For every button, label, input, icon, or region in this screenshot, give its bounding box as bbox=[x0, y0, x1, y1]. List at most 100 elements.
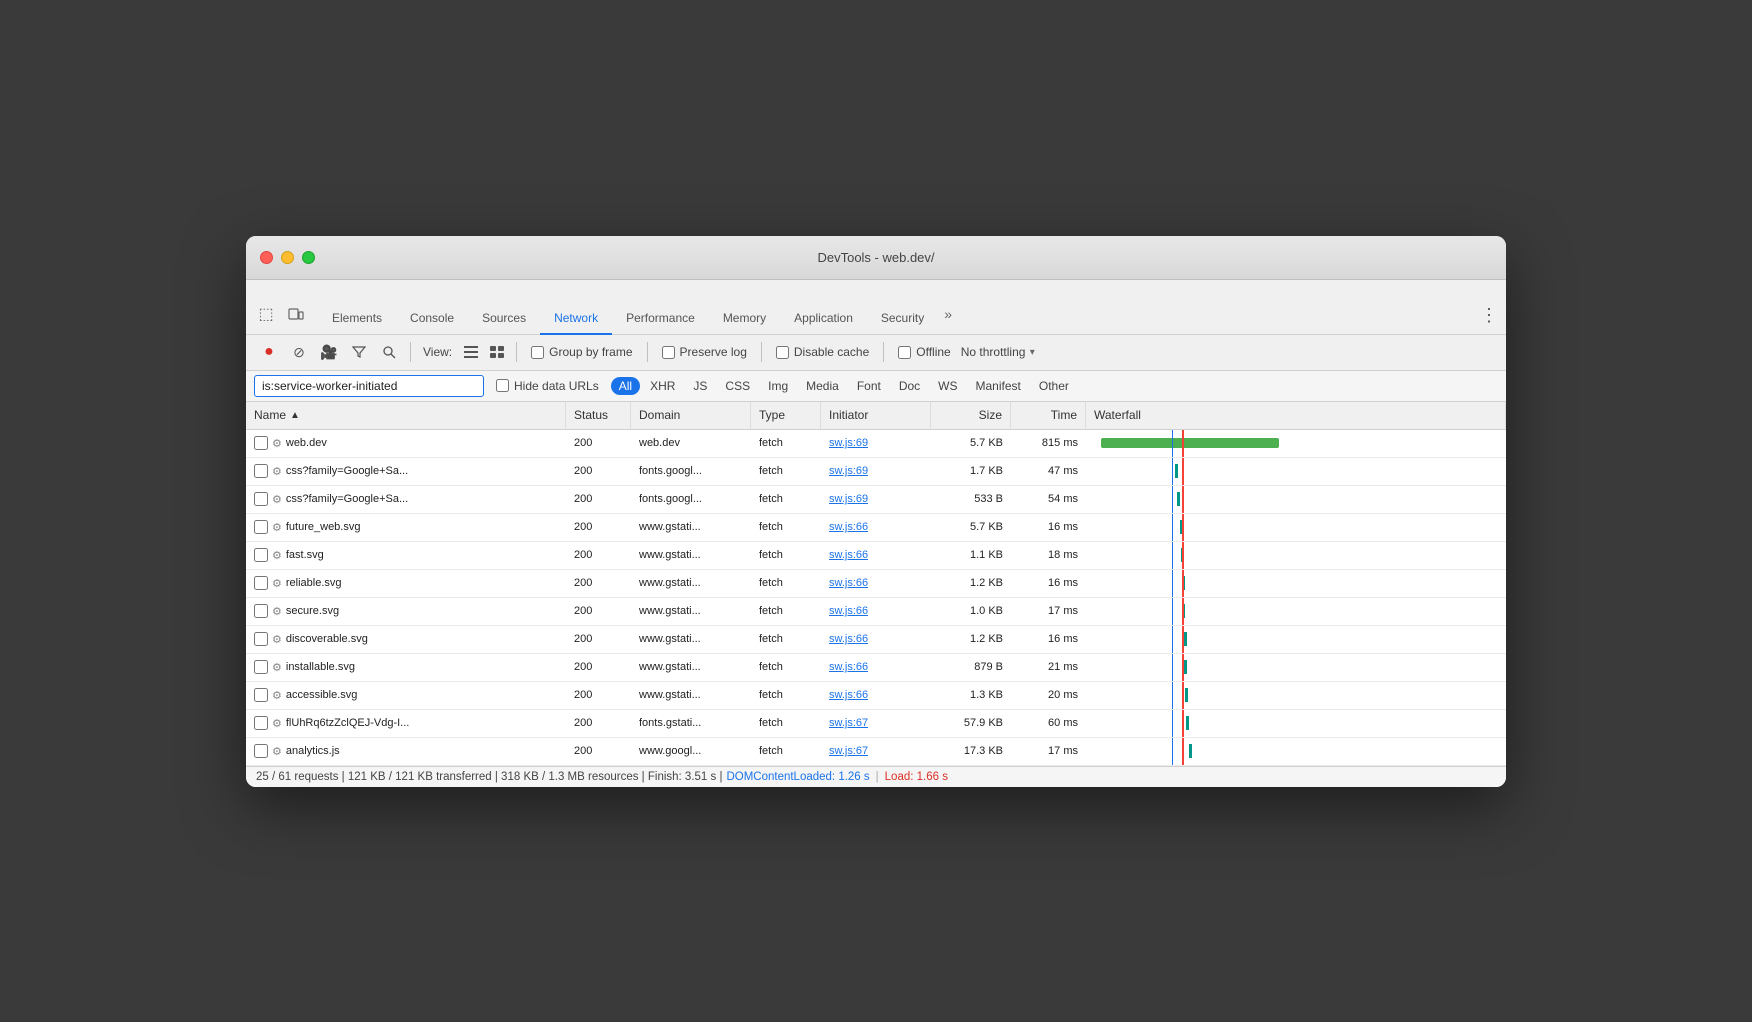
dom-line bbox=[1172, 514, 1173, 541]
row-checkbox[interactable] bbox=[254, 632, 268, 646]
disable-cache-toggle[interactable]: Disable cache bbox=[776, 345, 869, 359]
tabs-more-button[interactable]: » bbox=[938, 298, 958, 330]
close-button[interactable] bbox=[260, 251, 273, 264]
disable-cache-checkbox[interactable] bbox=[776, 346, 789, 359]
tab-sources[interactable]: Sources bbox=[468, 303, 540, 335]
td-initiator: sw.js:66 bbox=[821, 542, 931, 569]
table-row[interactable]: ⚙ analytics.js 200 www.googl... fetch sw… bbox=[246, 738, 1506, 766]
th-status[interactable]: Status bbox=[566, 402, 631, 429]
tab-security[interactable]: Security bbox=[867, 303, 938, 335]
offline-checkbox[interactable] bbox=[898, 346, 911, 359]
td-time: 18 ms bbox=[1011, 542, 1086, 569]
initiator-link[interactable]: sw.js:67 bbox=[829, 745, 868, 757]
minimize-button[interactable] bbox=[281, 251, 294, 264]
separator-3 bbox=[647, 342, 648, 362]
td-initiator: sw.js:66 bbox=[821, 514, 931, 541]
th-name[interactable]: Name ▲ bbox=[246, 402, 566, 429]
stop-button[interactable]: ⊘ bbox=[286, 339, 312, 365]
row-checkbox[interactable] bbox=[254, 688, 268, 702]
hide-data-urls-toggle[interactable]: Hide data URLs bbox=[496, 379, 599, 393]
hide-data-urls-checkbox[interactable] bbox=[496, 379, 509, 392]
filter-other[interactable]: Other bbox=[1031, 377, 1077, 395]
tab-application[interactable]: Application bbox=[780, 303, 867, 335]
filter-manifest[interactable]: Manifest bbox=[968, 377, 1029, 395]
search-button[interactable] bbox=[376, 339, 402, 365]
row-checkbox[interactable] bbox=[254, 520, 268, 534]
throttle-select[interactable]: No throttling Slow 3G Fast 3G bbox=[961, 345, 1040, 359]
initiator-link[interactable]: sw.js:66 bbox=[829, 521, 868, 533]
camera-button[interactable]: 🎥 bbox=[316, 339, 342, 365]
preserve-log-toggle[interactable]: Preserve log bbox=[662, 345, 747, 359]
tab-memory[interactable]: Memory bbox=[709, 303, 780, 335]
row-checkbox[interactable] bbox=[254, 604, 268, 618]
td-size: 1.1 KB bbox=[931, 542, 1011, 569]
devtools-window: DevTools - web.dev/ ⬚ Elements Console S… bbox=[246, 236, 1506, 787]
filter-doc[interactable]: Doc bbox=[891, 377, 928, 395]
initiator-link[interactable]: sw.js:66 bbox=[829, 549, 868, 561]
preserve-log-checkbox[interactable] bbox=[662, 346, 675, 359]
filter-js[interactable]: JS bbox=[685, 377, 715, 395]
initiator-link[interactable]: sw.js:67 bbox=[829, 717, 868, 729]
row-checkbox[interactable] bbox=[254, 464, 268, 478]
record-button[interactable]: ● bbox=[256, 339, 282, 365]
table-row[interactable]: ⚙ reliable.svg 200 www.gstati... fetch s… bbox=[246, 570, 1506, 598]
table-row[interactable]: ⚙ secure.svg 200 www.gstati... fetch sw.… bbox=[246, 598, 1506, 626]
filter-font[interactable]: Font bbox=[849, 377, 889, 395]
initiator-link[interactable]: sw.js:66 bbox=[829, 661, 868, 673]
initiator-link[interactable]: sw.js:66 bbox=[829, 689, 868, 701]
offline-toggle[interactable]: Offline bbox=[898, 345, 950, 359]
initiator-link[interactable]: sw.js:69 bbox=[829, 493, 868, 505]
row-checkbox[interactable] bbox=[254, 744, 268, 758]
filter-button[interactable] bbox=[346, 339, 372, 365]
traffic-lights bbox=[260, 251, 315, 264]
filter-all[interactable]: All bbox=[611, 377, 640, 395]
filter-media[interactable]: Media bbox=[798, 377, 847, 395]
tab-console[interactable]: Console bbox=[396, 303, 468, 335]
initiator-link[interactable]: sw.js:69 bbox=[829, 437, 868, 449]
initiator-link[interactable]: sw.js:66 bbox=[829, 577, 868, 589]
row-checkbox[interactable] bbox=[254, 492, 268, 506]
table-row[interactable]: ⚙ css?family=Google+Sa... 200 fonts.goog… bbox=[246, 486, 1506, 514]
group-view-button[interactable] bbox=[486, 341, 508, 363]
tab-performance[interactable]: Performance bbox=[612, 303, 709, 335]
row-checkbox[interactable] bbox=[254, 548, 268, 562]
row-checkbox[interactable] bbox=[254, 716, 268, 730]
th-type[interactable]: Type bbox=[751, 402, 821, 429]
table-row[interactable]: ⚙ flUhRq6tzZclQEJ-Vdg-I... 200 fonts.gst… bbox=[246, 710, 1506, 738]
table-row[interactable]: ⚙ accessible.svg 200 www.gstati... fetch… bbox=[246, 682, 1506, 710]
row-checkbox[interactable] bbox=[254, 660, 268, 674]
row-checkbox[interactable] bbox=[254, 436, 268, 450]
filter-input[interactable] bbox=[254, 375, 484, 397]
filter-css[interactable]: CSS bbox=[717, 377, 758, 395]
th-domain[interactable]: Domain bbox=[631, 402, 751, 429]
table-row[interactable]: ⚙ installable.svg 200 www.gstati... fetc… bbox=[246, 654, 1506, 682]
filter-img[interactable]: Img bbox=[760, 377, 796, 395]
table-row[interactable]: ⚙ web.dev 200 web.dev fetch sw.js:69 5.7… bbox=[246, 430, 1506, 458]
th-time[interactable]: Time bbox=[1011, 402, 1086, 429]
maximize-button[interactable] bbox=[302, 251, 315, 264]
filter-ws[interactable]: WS bbox=[930, 377, 965, 395]
tab-network[interactable]: Network bbox=[540, 303, 612, 335]
device-toggle-icon[interactable] bbox=[284, 302, 308, 326]
table-row[interactable]: ⚙ css?family=Google+Sa... 200 fonts.goog… bbox=[246, 458, 1506, 486]
table-row[interactable]: ⚙ future_web.svg 200 www.gstati... fetch… bbox=[246, 514, 1506, 542]
cursor-icon[interactable]: ⬚ bbox=[254, 302, 278, 326]
td-initiator: sw.js:66 bbox=[821, 626, 931, 653]
filter-xhr[interactable]: XHR bbox=[642, 377, 683, 395]
table-row[interactable]: ⚙ discoverable.svg 200 www.gstati... fet… bbox=[246, 626, 1506, 654]
list-view-button[interactable] bbox=[460, 341, 482, 363]
group-by-frame-toggle[interactable]: Group by frame bbox=[531, 345, 632, 359]
table-row[interactable]: ⚙ fast.svg 200 www.gstati... fetch sw.js… bbox=[246, 542, 1506, 570]
tabs-menu-button[interactable]: ⋮ bbox=[1480, 305, 1498, 334]
th-waterfall[interactable]: Waterfall bbox=[1086, 402, 1506, 429]
row-checkbox[interactable] bbox=[254, 576, 268, 590]
tab-elements[interactable]: Elements bbox=[318, 303, 396, 335]
initiator-link[interactable]: sw.js:69 bbox=[829, 465, 868, 477]
th-size[interactable]: Size bbox=[931, 402, 1011, 429]
initiator-link[interactable]: sw.js:66 bbox=[829, 605, 868, 617]
initiator-link[interactable]: sw.js:66 bbox=[829, 633, 868, 645]
load-line bbox=[1182, 682, 1184, 709]
window-title: DevTools - web.dev/ bbox=[817, 250, 934, 265]
group-by-frame-checkbox[interactable] bbox=[531, 346, 544, 359]
th-initiator[interactable]: Initiator bbox=[821, 402, 931, 429]
